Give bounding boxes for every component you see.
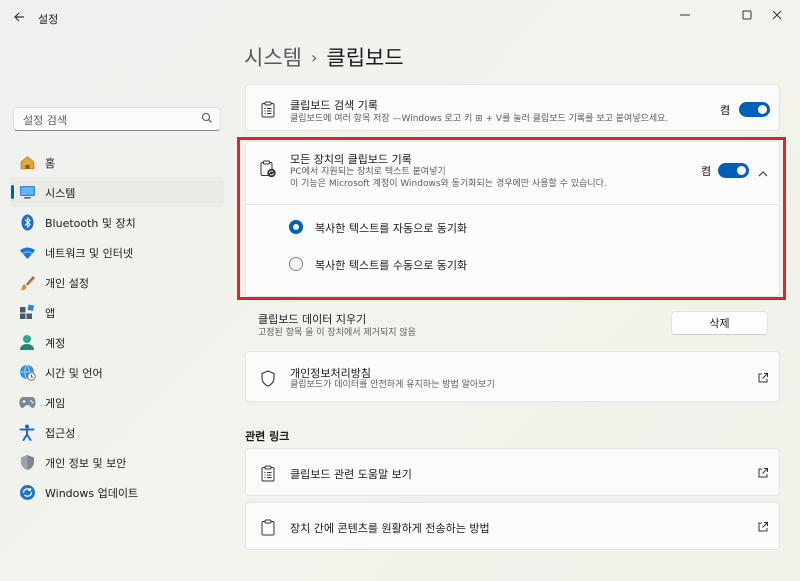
bluetooth-icon	[18, 213, 36, 231]
sidebar-item-windows-update[interactable]: Windows 업데이트	[10, 477, 224, 507]
account-icon	[18, 333, 36, 351]
clipboard-history-description: 클립보드에 여러 항목 저장 —Windows 로고 키 ⊞ + V를 눌러 클…	[290, 114, 669, 124]
back-arrow-icon	[14, 12, 24, 22]
breadcrumb-parent[interactable]: 시스템	[244, 46, 302, 70]
sidebar-item-label: 시스템	[45, 187, 76, 200]
title-bar: 설정	[0, 0, 800, 34]
minimize-button[interactable]	[662, 0, 708, 30]
breadcrumb: 시스템 › 클립보드	[244, 42, 404, 72]
home-icon	[18, 153, 36, 171]
shield-icon	[259, 369, 277, 387]
back-button[interactable]	[8, 6, 30, 28]
sidebar-item-label: Windows 업데이트	[45, 487, 139, 500]
close-button[interactable]	[754, 0, 800, 30]
globe-clock-icon	[18, 363, 36, 381]
related-link-help[interactable]: 클립보드 관련 도움말 보기	[245, 448, 780, 496]
clipboard-list-icon	[259, 464, 277, 482]
clipboard-history-toggle[interactable]	[739, 102, 770, 117]
sidebar-item-label: Bluetooth 및 장치	[45, 217, 136, 230]
related-link-transfer[interactable]: 장치 간에 콘텐츠를 원활하게 전송하는 방법	[245, 502, 780, 550]
external-link-icon	[758, 522, 768, 532]
clipboard-history-card: 클립보드 검색 기록 클립보드에 여러 항목 저장 —Windows 로고 키 …	[245, 84, 780, 131]
search-input[interactable]: 설정 검색	[13, 107, 221, 131]
sidebar-item-apps[interactable]: 앱	[10, 297, 224, 327]
sidebar-item-label: 게임	[45, 397, 66, 410]
update-icon	[18, 483, 36, 501]
sidebar-item-accessibility[interactable]: 접근성	[10, 417, 224, 447]
sidebar-item-label: 계정	[45, 337, 66, 350]
breadcrumb-separator: ›	[310, 48, 318, 67]
clipboard-list-icon	[259, 100, 277, 118]
shield-icon	[18, 453, 36, 471]
sidebar-item-label: 접근성	[45, 427, 76, 440]
sidebar-item-time-language[interactable]: 시간 및 언어	[10, 357, 224, 387]
sidebar-nav: 홈 시스템 Bluetooth 및 장치 네트워크 및 인터넷 개인 설정 앱	[10, 147, 224, 507]
wifi-icon	[18, 243, 36, 261]
sidebar-item-label: 시간 및 언어	[45, 367, 103, 380]
related-links-heading: 관련 링크	[245, 430, 290, 443]
sidebar-item-system[interactable]: 시스템	[10, 177, 224, 207]
related-link-label: 장치 간에 콘텐츠를 원활하게 전송하는 방법	[290, 522, 490, 535]
search-icon	[201, 112, 212, 123]
highlight-box	[237, 137, 786, 300]
apps-icon	[18, 303, 36, 321]
sidebar-item-label: 홈	[45, 157, 56, 170]
sidebar-item-gaming[interactable]: 게임	[10, 387, 224, 417]
sidebar-item-network[interactable]: 네트워크 및 인터넷	[10, 237, 224, 267]
sidebar-item-bluetooth[interactable]: Bluetooth 및 장치	[10, 207, 224, 237]
sidebar-item-label: 개인 설정	[45, 277, 89, 290]
external-link-icon	[758, 373, 768, 383]
sidebar-item-home[interactable]: 홈	[10, 147, 224, 177]
search-placeholder: 설정 검색	[23, 114, 67, 127]
app-title: 설정	[38, 13, 59, 26]
system-monitor-icon	[18, 183, 36, 201]
active-indicator	[11, 185, 14, 199]
delete-button[interactable]: 삭제	[671, 311, 768, 335]
sidebar-item-accounts[interactable]: 계정	[10, 327, 224, 357]
gamepad-icon	[18, 393, 36, 411]
sidebar-item-label: 앱	[45, 307, 56, 320]
related-link-label: 클립보드 관련 도움말 보기	[290, 468, 412, 481]
privacy-description: 클립보드가 데이터를 안전하게 유지하는 방법 알아보기	[290, 380, 495, 390]
sidebar-item-label: 네트워크 및 인터넷	[45, 247, 133, 260]
clipboard-icon	[259, 518, 277, 536]
clear-data-description: 고정된 항목 을 이 장치에서 제거되지 않음	[258, 328, 416, 338]
sidebar-item-personalization[interactable]: 개인 설정	[10, 267, 224, 297]
clipboard-history-toggle-state: 켬	[720, 104, 731, 117]
external-link-icon	[758, 468, 768, 478]
clipboard-history-title: 클립보드 검색 기록	[290, 99, 378, 112]
minimize-icon	[680, 14, 690, 16]
privacy-card[interactable]: 개인정보처리방침 클립보드가 데이터를 안전하게 유지하는 방법 알아보기	[245, 351, 780, 402]
sidebar-item-label: 개인 정보 및 보안	[45, 457, 127, 470]
accessibility-icon	[18, 423, 36, 441]
sidebar-item-privacy-security[interactable]: 개인 정보 및 보안	[10, 447, 224, 477]
page-title: 클립보드	[326, 46, 404, 70]
paintbrush-icon	[18, 273, 36, 291]
maximize-icon	[742, 10, 752, 20]
close-icon	[772, 10, 782, 20]
